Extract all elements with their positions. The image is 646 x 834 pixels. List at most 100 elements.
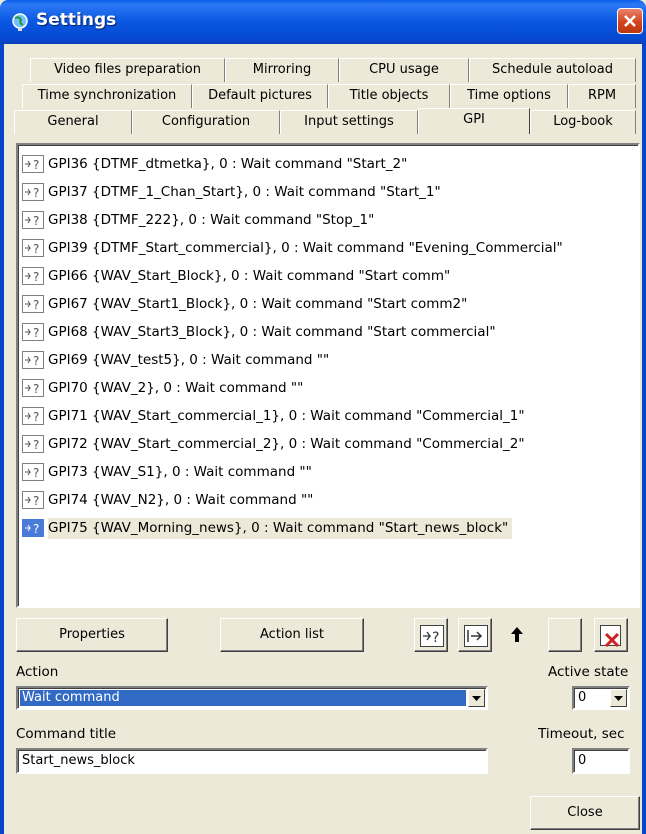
list-item[interactable]: ? GPI39 {DTMF_Start_commercial}, 0 : Wai…	[22, 237, 563, 259]
svg-text:?: ?	[33, 494, 39, 508]
command-title-field[interactable]: Start_news_block	[16, 748, 488, 774]
gpi-wait-icon: ?	[22, 351, 44, 369]
svg-text:?: ?	[33, 298, 39, 312]
svg-text:?: ?	[33, 410, 39, 424]
svg-text:?: ?	[33, 214, 39, 228]
blank-icon[interactable]	[548, 618, 582, 652]
title-bar: Settings	[0, 0, 646, 44]
svg-text:?: ?	[33, 242, 39, 256]
timeout-label: Timeout, sec	[538, 726, 625, 742]
list-item-label: GPI67 {WAV_Start1_Block}, 0 : Wait comma…	[48, 296, 468, 312]
list-item[interactable]: ? GPI37 {DTMF_1_Chan_Start}, 0 : Wait co…	[22, 181, 441, 203]
gpi-wait-icon: ?	[22, 155, 44, 173]
gpi-wait-icon: ?	[22, 295, 44, 313]
list-item[interactable]: ? GPI72 {WAV_Start_commercial_2}, 0 : Wa…	[22, 433, 525, 455]
list-item-label: GPI71 {WAV_Start_commercial_1}, 0 : Wait…	[48, 408, 525, 424]
list-item-label: GPI70 {WAV_2}, 0 : Wait command ""	[48, 380, 304, 396]
tab-rpm[interactable]: RPM	[568, 84, 636, 108]
tab-time-synchronization[interactable]: Time synchronization	[22, 84, 192, 108]
gpi-wait-icon: ?	[22, 267, 44, 285]
svg-text:?: ?	[33, 326, 39, 340]
list-item[interactable]: ? GPI36 {DTMF_dtmetka}, 0 : Wait command…	[22, 153, 407, 175]
active-state-label: Active state	[548, 664, 629, 680]
list-item-label: GPI69 {WAV_test5}, 0 : Wait command ""	[48, 352, 330, 368]
window-frame-left	[0, 44, 4, 834]
list-item-label: GPI74 {WAV_N2}, 0 : Wait command ""	[48, 492, 314, 508]
list-item-label: GPI38 {DTMF_222}, 0 : Wait command "Stop…	[48, 212, 375, 228]
list-item-label: GPI36 {DTMF_dtmetka}, 0 : Wait command "…	[48, 156, 408, 172]
tab-input-settings[interactable]: Input settings	[280, 110, 418, 134]
list-item-label: GPI39 {DTMF_Start_commercial}, 0 : Wait …	[48, 240, 563, 256]
svg-text:?: ?	[33, 158, 39, 172]
svg-text:?: ?	[33, 522, 39, 536]
timeout-field[interactable]: 0	[572, 748, 630, 774]
svg-text:?: ?	[33, 354, 39, 368]
tab-time-options[interactable]: Time options	[450, 84, 568, 108]
tab-title-objects[interactable]: Title objects	[328, 84, 450, 108]
tab-row-3: General Configuration Input settings GPI…	[8, 108, 636, 134]
globe-icon	[12, 13, 28, 31]
gpi-action-icon[interactable]	[458, 618, 492, 652]
tab-row-1: Video files preparation Mirroring CPU us…	[8, 58, 636, 82]
tab-video-files-preparation[interactable]: Video files preparation	[30, 58, 225, 82]
window-frame-right	[642, 44, 646, 834]
action-label: Action	[16, 664, 59, 680]
tab-log-book[interactable]: Log-book	[530, 110, 636, 134]
window-title: Settings	[36, 10, 117, 30]
gpi-wait-icon: ?	[22, 379, 44, 397]
tab-gpi[interactable]: GPI	[418, 108, 530, 134]
gpi-add-icon[interactable]: ?	[414, 618, 448, 652]
svg-text:?: ?	[33, 270, 39, 284]
list-item[interactable]: ? GPI66 {WAV_Start_Block}, 0 : Wait comm…	[22, 265, 450, 287]
active-state-select[interactable]: 0	[572, 686, 630, 710]
chevron-down-icon[interactable]	[468, 689, 485, 707]
list-item[interactable]: ? GPI68 {WAV_Start3_Block}, 0 : Wait com…	[22, 321, 496, 343]
action-select-value: Wait command	[19, 689, 467, 707]
gpi-wait-icon: ?	[22, 407, 44, 425]
svg-text:?: ?	[33, 186, 39, 200]
svg-text:?: ?	[33, 382, 39, 396]
gpi-wait-icon: ?	[22, 239, 44, 257]
gpi-list[interactable]: ? GPI36 {DTMF_dtmetka}, 0 : Wait command…	[16, 143, 640, 608]
list-item[interactable]: ? GPI67 {WAV_Start1_Block}, 0 : Wait com…	[22, 293, 467, 315]
tab-row-2: Time synchronization Default pictures Ti…	[8, 84, 636, 108]
list-item[interactable]: ? GPI71 {WAV_Start_commercial_1}, 0 : Wa…	[22, 405, 525, 427]
gpi-wait-icon: ?	[22, 463, 44, 481]
svg-text:?: ?	[33, 466, 39, 480]
properties-button[interactable]: Properties	[16, 618, 168, 652]
list-item-label: GPI73 {WAV_S1}, 0 : Wait command ""	[48, 464, 312, 480]
arrow-up-icon[interactable]	[502, 618, 536, 652]
action-list-button[interactable]: Action list	[220, 618, 364, 652]
svg-text:?: ?	[33, 438, 39, 452]
action-select[interactable]: Wait command	[16, 686, 488, 710]
gpi-selected-icon: ?	[22, 519, 44, 537]
list-item[interactable]: ? GPI69 {WAV_test5}, 0 : Wait command ""	[22, 349, 329, 371]
list-item[interactable]: ? GPI70 {WAV_2}, 0 : Wait command ""	[22, 377, 303, 399]
list-item-label: GPI72 {WAV_Start_commercial_2}, 0 : Wait…	[48, 436, 525, 452]
list-item[interactable]: ? GPI73 {WAV_S1}, 0 : Wait command ""	[22, 461, 312, 483]
list-item-selected[interactable]: ? GPI75 {WAV_Morning_news}, 0 : Wait com…	[22, 517, 513, 539]
tab-cpu-usage[interactable]: CPU usage	[339, 58, 469, 82]
gpi-wait-icon: ?	[22, 211, 44, 229]
gpi-wait-icon: ?	[22, 323, 44, 341]
tab-mirroring[interactable]: Mirroring	[225, 58, 339, 82]
svg-text:?: ?	[432, 630, 439, 646]
list-item[interactable]: ? GPI38 {DTMF_222}, 0 : Wait command "St…	[22, 209, 374, 231]
list-item-label: GPI66 {WAV_Start_Block}, 0 : Wait comman…	[48, 268, 451, 284]
active-state-value: 0	[578, 690, 587, 705]
tab-schedule-autoload[interactable]: Schedule autoload	[469, 58, 636, 82]
chevron-down-icon[interactable]	[610, 689, 627, 707]
gpi-wait-icon: ?	[22, 435, 44, 453]
close-button[interactable]: Close	[530, 796, 640, 830]
tab-general[interactable]: General	[14, 110, 132, 134]
gpi-wait-icon: ?	[22, 491, 44, 509]
delete-icon[interactable]	[594, 618, 628, 652]
list-item-label: GPI75 {WAV_Morning_news}, 0 : Wait comma…	[48, 517, 513, 539]
command-title-label: Command title	[16, 726, 117, 742]
list-item[interactable]: ? GPI74 {WAV_N2}, 0 : Wait command ""	[22, 489, 313, 511]
tab-configuration[interactable]: Configuration	[132, 110, 280, 134]
gpi-wait-icon: ?	[22, 183, 44, 201]
list-item-label: GPI37 {DTMF_1_Chan_Start}, 0 : Wait comm…	[48, 184, 441, 200]
tab-default-pictures[interactable]: Default pictures	[192, 84, 328, 108]
close-icon[interactable]	[617, 8, 643, 34]
